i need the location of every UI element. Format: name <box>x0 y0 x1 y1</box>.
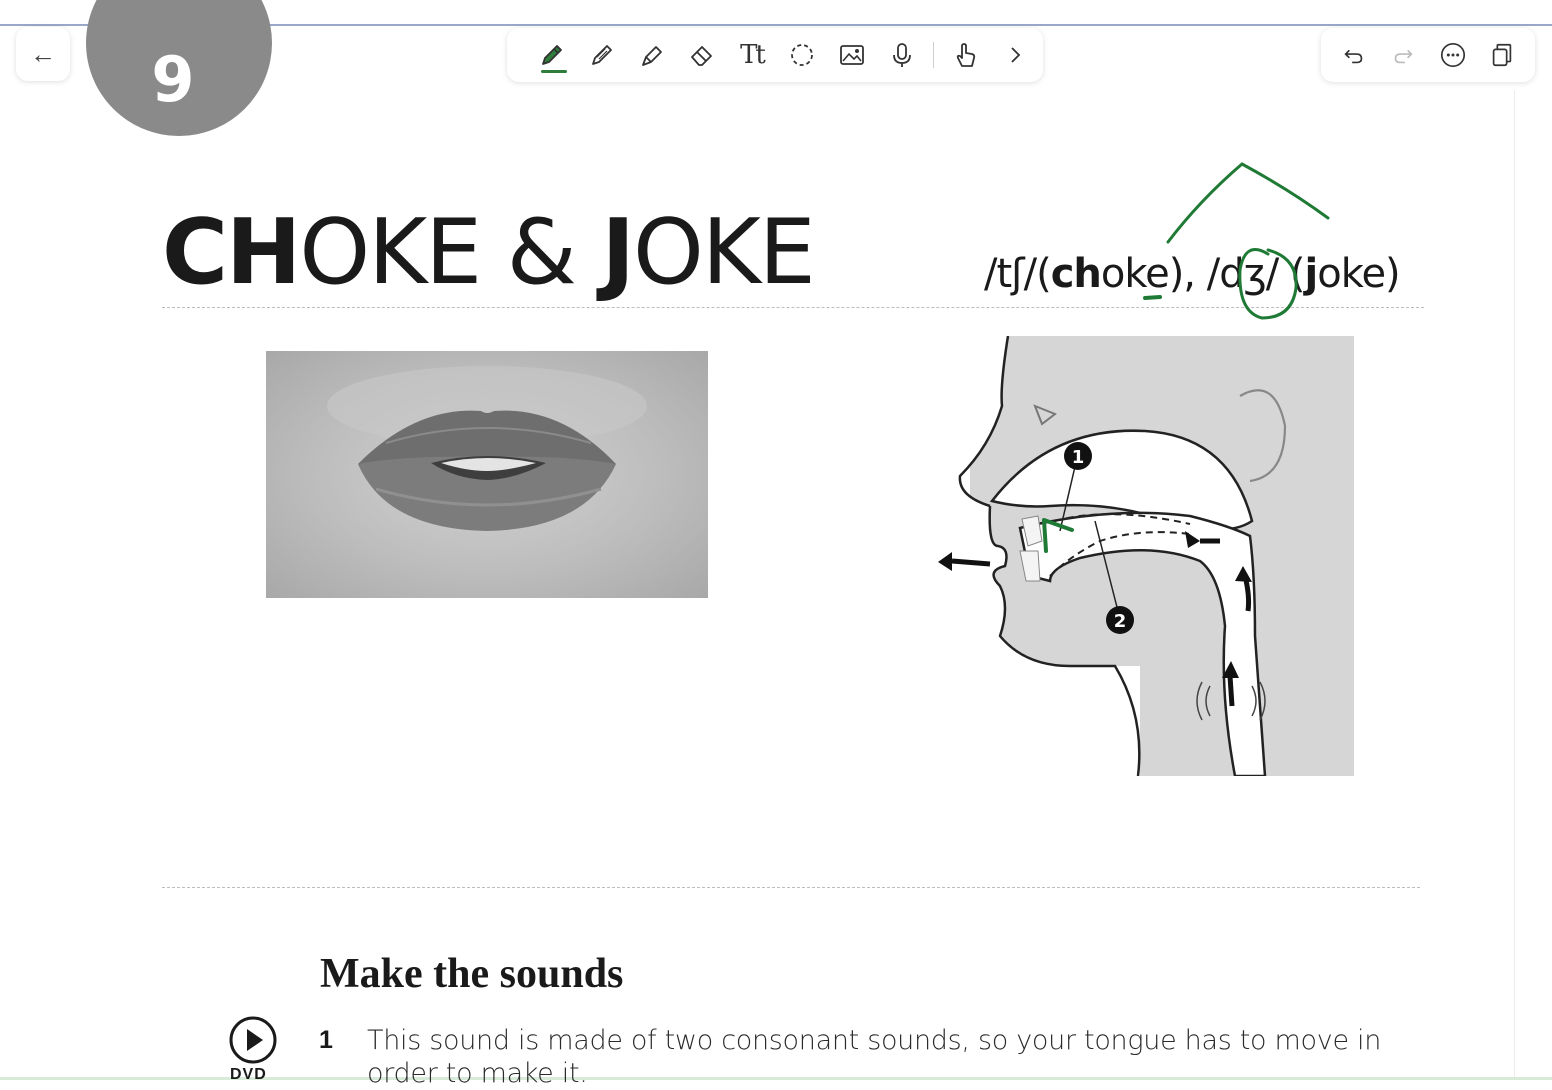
mouth-diagram: 1 2 <box>930 336 1354 776</box>
diagram-label-1: 1 <box>1072 447 1085 468</box>
lasso-tool[interactable] <box>777 35 827 75</box>
title-part: OKE & <box>299 200 602 305</box>
toolbar-divider <box>933 42 934 68</box>
divider <box>162 887 1420 888</box>
undo-icon <box>1344 49 1363 64</box>
text-tool[interactable]: Tt <box>727 35 777 75</box>
lips-photo <box>266 351 708 598</box>
pen-tool[interactable] <box>527 35 577 75</box>
highlighter-tool[interactable] <box>627 35 677 75</box>
lasso-icon <box>791 44 813 66</box>
title-part: CH <box>162 200 301 305</box>
eraser-icon <box>691 46 712 66</box>
ipa-choke-rest: oke), <box>1100 251 1207 297</box>
dvd-label: DVD <box>230 1066 267 1083</box>
image-icon <box>840 45 864 65</box>
microphone-icon <box>893 43 911 67</box>
step-number: 1 <box>319 1026 333 1054</box>
highlighter-icon <box>642 46 662 66</box>
ipa-joke-bold: j <box>1304 251 1319 297</box>
arrow-left-icon: ← <box>30 39 56 69</box>
touch-icon <box>956 43 976 67</box>
touch-tool[interactable] <box>940 35 990 75</box>
image-tool[interactable] <box>827 35 877 75</box>
ipa-joke: /dʒ/ ( <box>1206 251 1306 297</box>
phonetic-symbols: /tʃ/(choke), /dʒ/ (joke) <box>984 251 1401 297</box>
title-part: OKE <box>633 200 816 305</box>
chevron-right-icon <box>1011 47 1021 63</box>
eraser-tool[interactable] <box>677 35 727 75</box>
chapter-badge: 9 <box>86 0 272 136</box>
page-title: CHOKE & JOKE <box>162 208 816 298</box>
pencil-tool[interactable] <box>577 35 627 75</box>
annotation-toolbar: Tt <box>507 28 1043 82</box>
audio-tool[interactable] <box>877 35 927 75</box>
redo-icon <box>1394 49 1413 64</box>
pen-icon <box>542 45 562 65</box>
section-title: Make the sounds <box>320 951 624 997</box>
ipa-choke: /tʃ/( <box>984 251 1052 297</box>
text-icon: Tt <box>740 40 766 70</box>
more-icon <box>1440 42 1465 68</box>
page-edge <box>1514 90 1515 1080</box>
step-text: This sound is made of two consonant soun… <box>367 1025 1382 1089</box>
more-tools-button[interactable] <box>990 35 1040 75</box>
divider <box>162 307 1424 308</box>
play-button[interactable] <box>228 1015 278 1065</box>
history-toolbar <box>1321 28 1535 82</box>
pencil-icon <box>592 45 612 65</box>
title-part: J <box>601 200 635 305</box>
diagram-label-2: 2 <box>1114 611 1127 632</box>
pages-button[interactable] <box>1482 35 1522 75</box>
redo-button[interactable] <box>1383 35 1423 75</box>
ipa-choke-bold: ch <box>1050 251 1102 297</box>
more-options-button[interactable] <box>1433 35 1473 75</box>
chapter-number: 9 <box>151 43 195 116</box>
back-button[interactable]: ← <box>16 27 70 81</box>
ipa-joke-rest: oke) <box>1317 251 1400 297</box>
pages-icon <box>1493 43 1512 67</box>
undo-button[interactable] <box>1334 35 1374 75</box>
